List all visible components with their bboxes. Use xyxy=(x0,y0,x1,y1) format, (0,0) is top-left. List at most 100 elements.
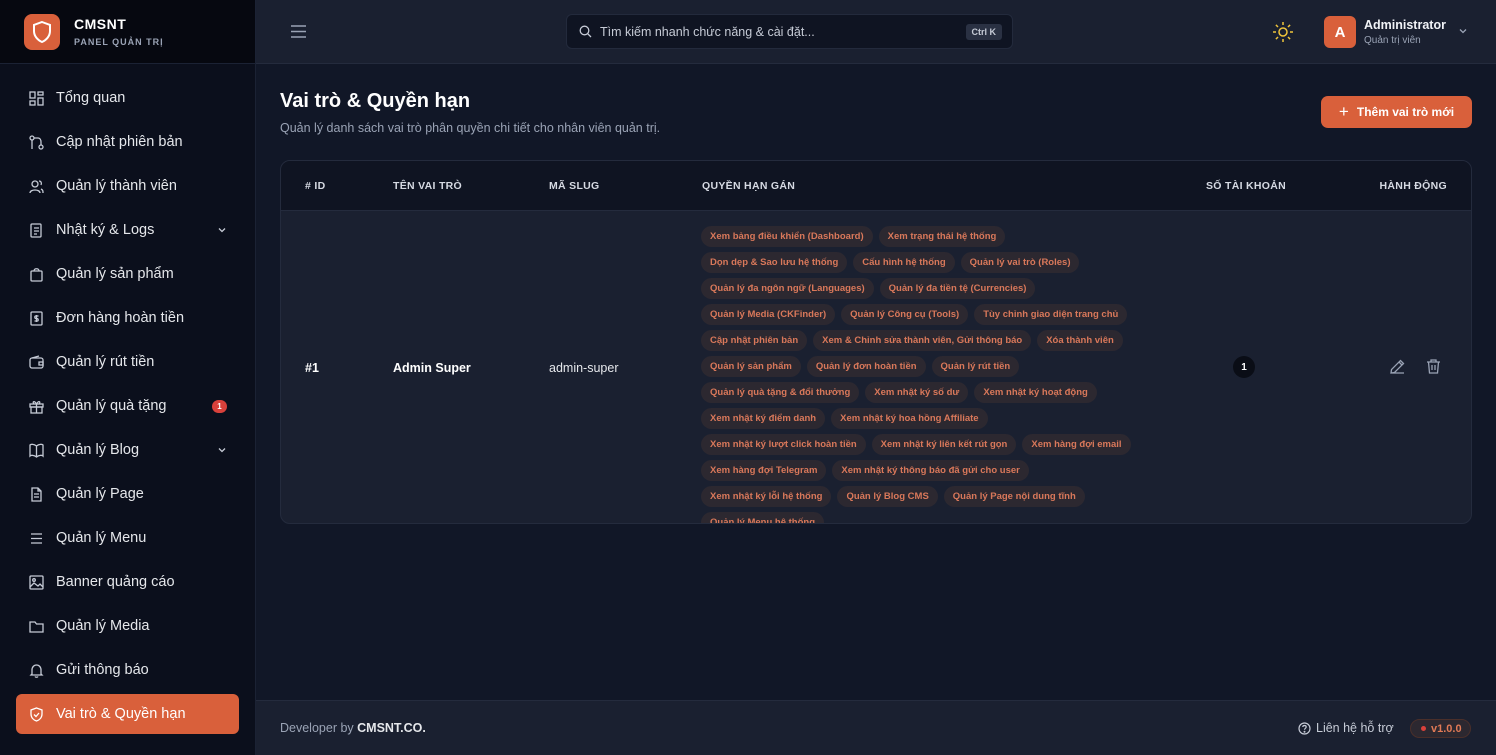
top-header: Ctrl K A Administrator Quản trị viên xyxy=(256,0,1496,64)
sidebar-item-label: Tổng quan xyxy=(56,90,126,106)
permission-tag: Xem trạng thái hệ thống xyxy=(878,226,1006,247)
help-circle-icon xyxy=(1298,721,1311,735)
sidebar-item-withdrawals[interactable]: Quản lý rút tiền xyxy=(16,342,239,382)
permission-tag: Quản lý quà tặng & đổi thưởng xyxy=(701,382,860,403)
brand-name: CMSNT xyxy=(74,16,127,32)
permission-tag: Quản lý đa ngôn ngữ (Languages) xyxy=(701,278,874,299)
permission-tag: Xem hàng đợi email xyxy=(1022,434,1131,455)
brand[interactable]: CMSNT PANEL QUẢN TRỊ xyxy=(0,0,255,64)
footer: Developer by CMSNT.CO. Liên hệ hỗ trợ v1… xyxy=(256,700,1496,755)
sidebar-item-blog[interactable]: Quản lý Blog xyxy=(16,430,239,470)
book-icon xyxy=(28,442,44,458)
permission-list: Xem bảng điều khiển (Dashboard) Xem trạng… xyxy=(701,226,1151,523)
permission-tag: Dọn dẹp & Sao lưu hệ thống xyxy=(701,252,848,273)
permission-tag: Xem & Chỉnh sửa thành viên, Gửi thông bá… xyxy=(813,330,1032,351)
sidebar-item-banner[interactable]: Banner quảng cáo xyxy=(16,562,239,602)
sidebar-item-logs[interactable]: Nhật ký & Logs xyxy=(16,210,239,250)
hamburger-menu-icon[interactable] xyxy=(290,24,307,44)
shield-icon xyxy=(28,706,44,722)
user-menu[interactable]: A Administrator Quản trị viên xyxy=(1324,16,1468,48)
sidebar-item-label: Quản lý Blog xyxy=(56,442,140,458)
brand-subtitle: PANEL QUẢN TRỊ xyxy=(74,37,164,47)
sidebar-item-menu[interactable]: Quản lý Menu xyxy=(16,518,239,558)
gift-icon xyxy=(28,398,44,414)
version-badge: v1.0.0 xyxy=(1410,719,1471,738)
folder-icon xyxy=(28,618,44,634)
role-id: #1 xyxy=(305,361,319,375)
sidebar-item-label: Banner quảng cáo xyxy=(56,574,175,590)
permission-tag: Xem nhật ký hoa hồng Affiliate xyxy=(831,408,988,429)
column-header-accounts: SỐ TÀI KHOẢN xyxy=(1206,180,1287,192)
sidebar-item-page[interactable]: Quản lý Page xyxy=(16,474,239,514)
sidebar-item-refunds[interactable]: Đơn hàng hoàn tiền xyxy=(16,298,239,338)
permission-tag: Cập nhật phiên bản xyxy=(701,330,808,351)
logs-icon xyxy=(28,222,44,238)
search-icon xyxy=(579,25,592,38)
plus-icon: + xyxy=(1338,102,1349,121)
sidebar-item-notifications[interactable]: Gửi thông báo xyxy=(16,650,239,690)
page-subtitle: Quản lý danh sách vai trò phân quyền chi… xyxy=(280,121,661,135)
version-label: v1.0.0 xyxy=(1431,722,1462,735)
sidebar-item-label: Gửi thông báo xyxy=(56,662,149,678)
permission-tag: Xem nhật ký lượt click hoàn tiền xyxy=(701,434,866,455)
sidebar-item-media[interactable]: Quản lý Media xyxy=(16,606,239,646)
developer-link[interactable]: CMSNT.CO. xyxy=(357,721,426,735)
bell-icon xyxy=(28,662,44,678)
sidebar-item-label: Quản lý thành viên xyxy=(56,178,177,194)
permission-tag: Quản lý Menu hệ thống xyxy=(701,512,825,523)
chevron-down-icon xyxy=(217,223,227,239)
permission-tag: Xem nhật ký thông báo đã gửi cho user xyxy=(832,460,1029,481)
sidebar-item-overview[interactable]: Tổng quan xyxy=(16,78,239,118)
permission-tag: Xem nhật ký lỗi hệ thống xyxy=(701,486,832,507)
sidebar-item-label: Quản lý sản phẩm xyxy=(56,266,174,282)
permission-tag: Xem nhật ký điểm danh xyxy=(701,408,826,429)
column-header-permissions: QUYỀN HẠN GÁN xyxy=(702,180,796,192)
permission-tag: Xem nhật ký liên kết rút gọn xyxy=(871,434,1017,455)
support-link[interactable]: Liên hệ hỗ trợ xyxy=(1298,721,1394,735)
wallet-icon xyxy=(28,354,44,370)
search-shortcut: Ctrl K xyxy=(965,23,1002,40)
sidebar-item-label: Quản lý Page xyxy=(56,486,144,502)
role-slug: admin-super xyxy=(549,361,619,375)
permission-tag: Cấu hình hệ thống xyxy=(853,252,955,273)
permission-tag: Tùy chỉnh giao diện trang chủ xyxy=(974,304,1128,325)
permission-tag: Xem nhật ký hoạt động xyxy=(974,382,1097,403)
edit-icon[interactable] xyxy=(1389,358,1406,380)
column-header-actions: HÀNH ĐỘNG xyxy=(1379,180,1447,192)
page-title: Vai trò & Quyền hạn xyxy=(280,90,471,112)
developer-prefix: Developer by xyxy=(280,721,358,735)
roles-table: # ID TÊN VAI TRÒ MÃ SLUG QUYỀN HẠN GÁN S… xyxy=(280,160,1472,524)
sidebar-nav: Tổng quan Cập nhật phiên bản Quản lý thà… xyxy=(0,64,255,734)
sidebar-item-products[interactable]: Quản lý sản phẩm xyxy=(16,254,239,294)
support-label: Liên hệ hỗ trợ xyxy=(1316,721,1394,735)
users-icon xyxy=(28,178,44,194)
brand-logo-icon xyxy=(24,13,60,50)
bag-icon xyxy=(28,266,44,282)
chevron-down-icon xyxy=(217,443,227,459)
sidebar: CMSNT PANEL QUẢN TRỊ Tổng quan Cập nhật … xyxy=(0,0,256,755)
sidebar-item-update[interactable]: Cập nhật phiên bản xyxy=(16,122,239,162)
permission-tag: Quản lý vai trò (Roles) xyxy=(960,252,1080,273)
status-dot-icon xyxy=(1421,726,1426,731)
search-input[interactable] xyxy=(600,24,966,39)
permission-tag: Quản lý Blog CMS xyxy=(837,486,938,507)
sidebar-item-users[interactable]: Quản lý thành viên xyxy=(16,166,239,206)
account-count-badge: 1 xyxy=(1233,356,1255,378)
user-role: Quản trị viên xyxy=(1364,35,1421,46)
sidebar-item-label: Cập nhật phiên bản xyxy=(56,134,183,150)
sidebar-item-label: Vai trò & Quyền hạn xyxy=(56,706,186,722)
search-bar[interactable]: Ctrl K xyxy=(566,14,1013,49)
sidebar-item-roles[interactable]: Vai trò & Quyền hạn xyxy=(16,694,239,734)
permission-tag: Xem nhật ký số dư xyxy=(865,382,969,403)
permission-tag: Xóa thành viên xyxy=(1037,330,1123,351)
chevron-down-icon xyxy=(1458,23,1468,41)
sidebar-item-label: Quản lý Media xyxy=(56,618,150,634)
trash-icon[interactable] xyxy=(1425,358,1442,380)
role-name: Admin Super xyxy=(393,361,471,375)
column-header-id: # ID xyxy=(305,180,326,192)
add-role-button[interactable]: + Thêm vai trò mới xyxy=(1321,96,1472,128)
permission-tag: Quản lý Media (CKFinder) xyxy=(701,304,836,325)
sun-icon[interactable] xyxy=(1272,21,1294,48)
dashboard-icon xyxy=(28,90,44,106)
sidebar-item-gifts[interactable]: Quản lý quà tặng 1 xyxy=(16,386,239,426)
